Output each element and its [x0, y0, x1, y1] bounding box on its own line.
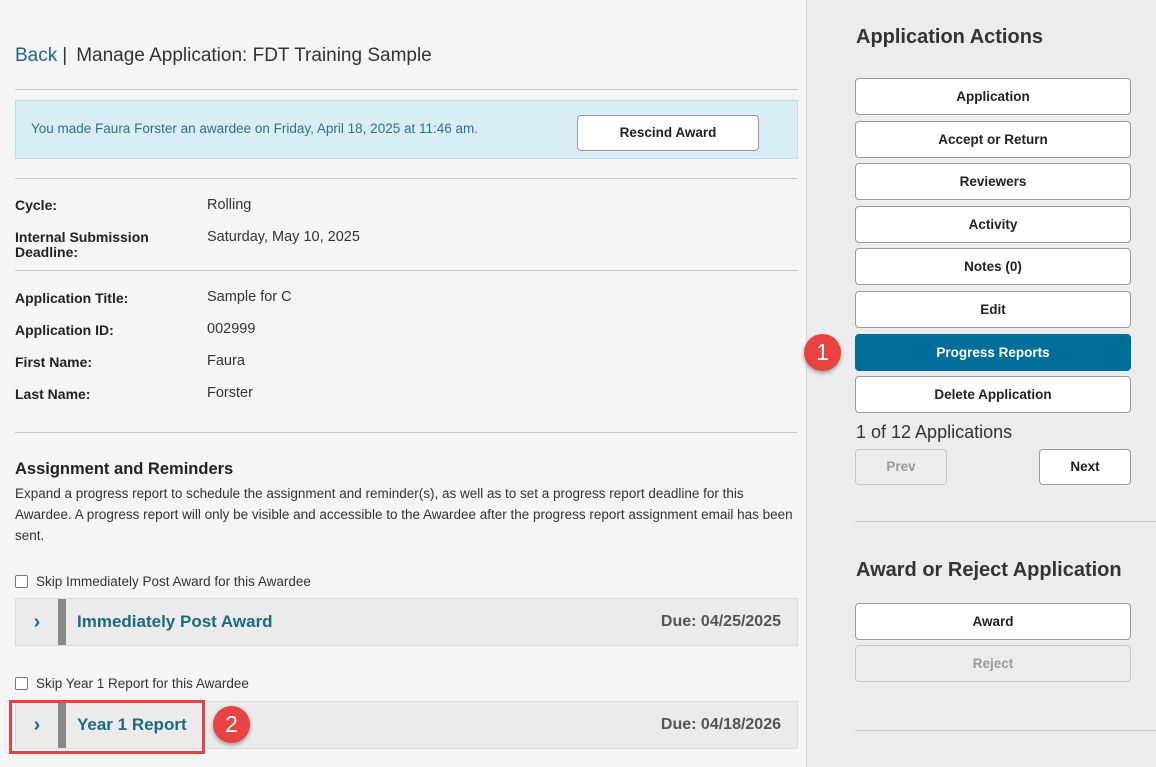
divider — [15, 89, 798, 90]
skip-year1-report-label: Skip Year 1 Report for this Awardee — [36, 676, 249, 691]
callout-2: 2 — [213, 706, 250, 743]
page-title: Manage Application: FDT Training Sample — [76, 45, 432, 66]
deadline-label-line1: Internal Submission — [15, 229, 149, 245]
report-due-date: Due: 04/18/2026 — [660, 716, 781, 733]
deadline-label: Internal Submission Deadline: — [15, 230, 149, 260]
application-title-value: Sample for C — [207, 289, 292, 305]
divider — [855, 521, 1156, 522]
first-name-label: First Name: — [15, 354, 93, 370]
application-title-label: Application Title: — [15, 290, 129, 306]
divider — [15, 432, 798, 433]
progress-reports-button[interactable]: Progress Reports — [855, 334, 1131, 371]
next-button[interactable]: Next — [1039, 449, 1131, 485]
report-title[interactable]: Immediately Post Award — [77, 612, 273, 632]
award-button[interactable]: Award — [855, 603, 1131, 640]
last-name-value: Forster — [207, 385, 253, 401]
page-header: Back | Manage Application: FDT Training Sa… — [15, 45, 432, 67]
checkbox-box[interactable] — [15, 575, 28, 588]
accordion-bar — [58, 599, 66, 645]
deadline-label-line2: Deadline: — [15, 244, 79, 260]
notes-button[interactable]: Notes (0) — [855, 248, 1131, 285]
accept-or-return-button[interactable]: Accept or Return — [855, 121, 1131, 158]
divider — [15, 178, 798, 179]
award-banner-text: You made Faura Forster an awardee on Fri… — [31, 121, 479, 136]
prev-button[interactable]: Prev — [855, 449, 947, 485]
cycle-value: Rolling — [207, 197, 252, 213]
award-or-reject-title: Award or Reject Application — [856, 559, 1122, 581]
back-link[interactable]: Back — [15, 45, 57, 66]
assignment-description: Expand a progress report to schedule the… — [15, 486, 793, 543]
application-actions-title: Application Actions — [856, 26, 1044, 48]
delete-application-button[interactable]: Delete Application — [855, 376, 1131, 413]
activity-button[interactable]: Activity — [855, 206, 1131, 243]
reviewers-button[interactable]: Reviewers — [855, 163, 1131, 200]
skip-year1-report-checkbox[interactable]: Skip Year 1 Report for this Awardee — [15, 676, 249, 691]
edit-button[interactable]: Edit — [855, 291, 1131, 328]
application-id-value: 002999 — [207, 321, 256, 337]
application-id-label: Application ID: — [15, 322, 114, 338]
divider — [855, 730, 1156, 731]
award-banner: You made Faura Forster an awardee on Fri… — [15, 100, 798, 159]
deadline-value: Saturday, May 10, 2025 — [207, 229, 360, 245]
skip-immediately-post-award-label: Skip Immediately Post Award for this Awa… — [36, 574, 311, 589]
divider — [15, 270, 798, 271]
callout-1: 1 — [804, 334, 841, 371]
skip-immediately-post-award-checkbox[interactable]: Skip Immediately Post Award for this Awa… — [15, 574, 311, 589]
report-due-date: Due: 04/25/2025 — [660, 613, 781, 630]
application-count: 1 of 12 Applications — [856, 422, 1013, 442]
report-immediately-post-award[interactable]: › Immediately Post Award Due: 04/25/2025 — [15, 598, 798, 646]
first-name-value: Faura — [207, 353, 245, 369]
last-name-label: Last Name: — [15, 386, 91, 402]
chevron-right-icon[interactable]: › — [16, 599, 58, 645]
main-content: Back | Manage Application: FDT Training Sa… — [0, 0, 806, 767]
header-separator: | — [62, 45, 68, 66]
checkbox-box[interactable] — [15, 677, 28, 690]
cycle-label: Cycle: — [15, 197, 58, 213]
reject-button[interactable]: Reject — [855, 645, 1131, 682]
assignment-title: Assignment and Reminders — [15, 460, 234, 478]
application-button[interactable]: Application — [855, 78, 1131, 115]
highlight-box — [9, 700, 205, 754]
rescind-award-button[interactable]: Rescind Award — [577, 115, 759, 151]
sidebar: Application Actions Application Accept o… — [804, 0, 1156, 767]
